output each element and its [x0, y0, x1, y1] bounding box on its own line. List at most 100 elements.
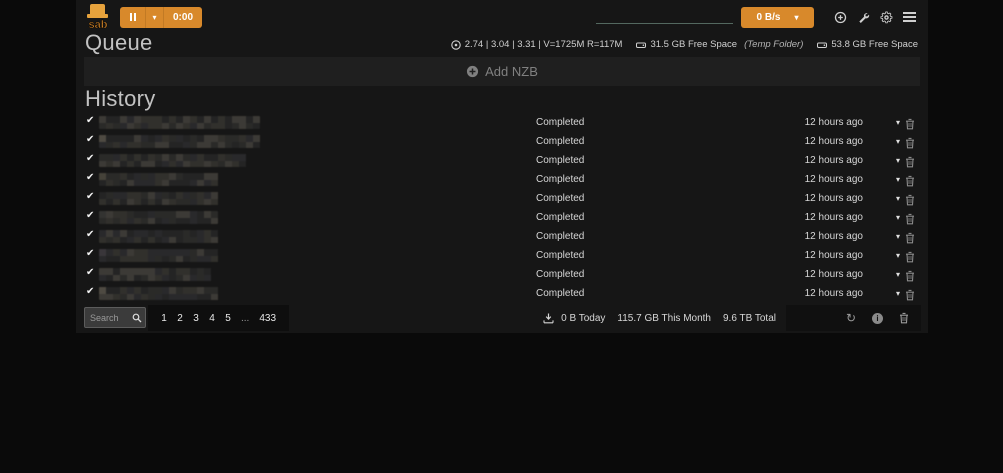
- delete-row-icon[interactable]: [905, 250, 915, 262]
- add-nzb-label: Add NZB: [485, 64, 538, 79]
- job-age: 12 hours ago: [805, 265, 863, 284]
- redacted-job-name: [99, 230, 220, 243]
- chevron-down-icon: ▾: [152, 13, 156, 22]
- speed-graph: [596, 10, 733, 24]
- redacted-job-name: [99, 116, 260, 129]
- job-status: Completed: [536, 227, 584, 246]
- status-bar: 2.74 | 3.04 | 3.31 | V=1725M R=117M 31.5…: [451, 39, 918, 50]
- row-actions-caret[interactable]: ▾: [896, 246, 900, 265]
- job-age: 12 hours ago: [805, 227, 863, 246]
- sabnzbd-app: sab ▾ 0:00 0 B/s ▾: [76, 0, 928, 333]
- gear-icon[interactable]: [879, 10, 893, 24]
- completed-check-icon: ✔: [86, 172, 94, 183]
- delete-row-icon[interactable]: [905, 193, 915, 205]
- download-totals: 0 B Today 115.7 GB This Month 9.6 TB Tot…: [543, 305, 776, 331]
- job-age: 12 hours ago: [805, 208, 863, 227]
- job-status: Completed: [536, 113, 584, 132]
- delete-row-icon[interactable]: [905, 136, 915, 148]
- sabnzbd-logo[interactable]: sab: [82, 3, 114, 31]
- history-list: ✔ Completed 12 hours ago ▾ ✔ Completed 12 hour…: [76, 113, 928, 303]
- job-status: Completed: [536, 246, 584, 265]
- search-icon[interactable]: [129, 308, 145, 327]
- downloaded-month: 115.7 GB This Month: [617, 313, 711, 324]
- job-age: 12 hours ago: [805, 246, 863, 265]
- history-row[interactable]: ✔Completed12 hours ago▾: [76, 189, 928, 208]
- history-row[interactable]: ✔Completed12 hours ago▾: [76, 246, 928, 265]
- row-actions-caret[interactable]: ▾: [896, 208, 900, 227]
- page-ellipsis: ...: [238, 313, 252, 324]
- queue-title: Queue: [85, 30, 153, 56]
- chevron-down-icon: ▾: [794, 13, 798, 22]
- history-footer: 12345... 433 0 B Today 115.7 GB This Mont…: [84, 305, 921, 331]
- job-status: Completed: [536, 189, 584, 208]
- temp-folder-note: (Temp Folder): [744, 39, 803, 50]
- completed-check-icon: ✔: [86, 134, 94, 145]
- menu-icon[interactable]: [902, 10, 916, 24]
- info-icon[interactable]: i: [872, 313, 883, 324]
- pause-icon: [130, 13, 136, 21]
- performance-icon: [451, 40, 461, 50]
- row-actions-caret[interactable]: ▾: [896, 265, 900, 284]
- downloaded-total: 9.6 TB Total: [723, 313, 776, 324]
- free-space-temp-value: 31.5 GB Free Space: [650, 39, 737, 50]
- delete-row-icon[interactable]: [905, 174, 915, 186]
- delete-row-icon[interactable]: [905, 231, 915, 243]
- speed-value: 0 B/s: [757, 12, 781, 23]
- completed-check-icon: ✔: [86, 115, 94, 126]
- history-row[interactable]: ✔Completed12 hours ago▾: [76, 113, 928, 132]
- performance-values: 2.74 | 3.04 | 3.31 | V=1725M R=117M: [465, 39, 623, 50]
- history-row[interactable]: ✔Completed12 hours ago▾: [76, 132, 928, 151]
- page-button[interactable]: 433: [256, 313, 279, 324]
- free-space-complete-value: 53.8 GB Free Space: [831, 39, 918, 50]
- history-row[interactable]: ✔Completed12 hours ago▾: [76, 170, 928, 189]
- page-button[interactable]: 3: [190, 313, 202, 324]
- row-actions-caret[interactable]: ▾: [896, 227, 900, 246]
- pause-dropdown-caret[interactable]: ▾: [146, 7, 164, 28]
- completed-check-icon: ✔: [86, 267, 94, 278]
- history-row[interactable]: ✔ Completed 12 hours ago ▾: [76, 208, 928, 227]
- row-actions-caret[interactable]: ▾: [896, 132, 900, 151]
- search-input[interactable]: [85, 313, 129, 323]
- redacted-job-name: [99, 192, 219, 205]
- delete-row-icon[interactable]: [905, 117, 915, 129]
- row-actions-caret[interactable]: ▾: [896, 113, 900, 132]
- hdd-icon: [636, 40, 646, 50]
- history-row[interactable]: ✔ Completed 12 hours ago ▾: [76, 227, 928, 246]
- job-age: 12 hours ago: [805, 170, 863, 189]
- redacted-job-name: [99, 268, 217, 281]
- add-nzb-dropzone[interactable]: Add NZB: [84, 57, 920, 86]
- performance-stats: 2.74 | 3.04 | 3.31 | V=1725M R=117M: [451, 39, 623, 50]
- history-row[interactable]: ✔Completed12 hours ago▾: [76, 265, 928, 284]
- free-space-temp: 31.5 GB Free Space (Temp Folder): [636, 39, 803, 50]
- row-actions-caret[interactable]: ▾: [896, 151, 900, 170]
- delete-row-icon[interactable]: [905, 288, 915, 300]
- redacted-job-name: [99, 249, 219, 262]
- completed-check-icon: ✔: [86, 210, 94, 221]
- page-button[interactable]: 4: [206, 313, 218, 324]
- row-actions-caret[interactable]: ▾: [896, 189, 900, 208]
- completed-check-icon: ✔: [86, 229, 94, 240]
- page-button[interactable]: 2: [174, 313, 186, 324]
- history-row[interactable]: ✔Completed12 hours ago▾: [76, 284, 928, 303]
- job-status: Completed: [536, 208, 584, 227]
- pause-button[interactable]: [120, 7, 146, 28]
- page-button[interactable]: 5: [222, 313, 234, 324]
- add-icon[interactable]: [833, 10, 847, 24]
- row-actions-caret[interactable]: ▾: [896, 284, 900, 303]
- plus-circle-icon: [466, 65, 479, 78]
- page-button[interactable]: 1: [158, 313, 170, 324]
- delete-row-icon[interactable]: [905, 269, 915, 281]
- delete-row-icon[interactable]: [905, 155, 915, 167]
- wrench-icon[interactable]: [856, 10, 870, 24]
- completed-check-icon: ✔: [86, 286, 94, 297]
- pause-timer[interactable]: 0:00: [164, 7, 202, 28]
- refresh-icon[interactable]: ↻: [846, 311, 856, 325]
- job-age: 12 hours ago: [805, 151, 863, 170]
- top-navbar: sab ▾ 0:00 0 B/s ▾: [76, 0, 928, 34]
- job-age: 12 hours ago: [805, 189, 863, 208]
- trash-icon[interactable]: [899, 312, 909, 324]
- speed-limit-dropdown[interactable]: 0 B/s ▾: [741, 7, 814, 28]
- row-actions-caret[interactable]: ▾: [896, 170, 900, 189]
- history-row[interactable]: ✔Completed12 hours ago▾: [76, 151, 928, 170]
- delete-row-icon[interactable]: [905, 212, 915, 224]
